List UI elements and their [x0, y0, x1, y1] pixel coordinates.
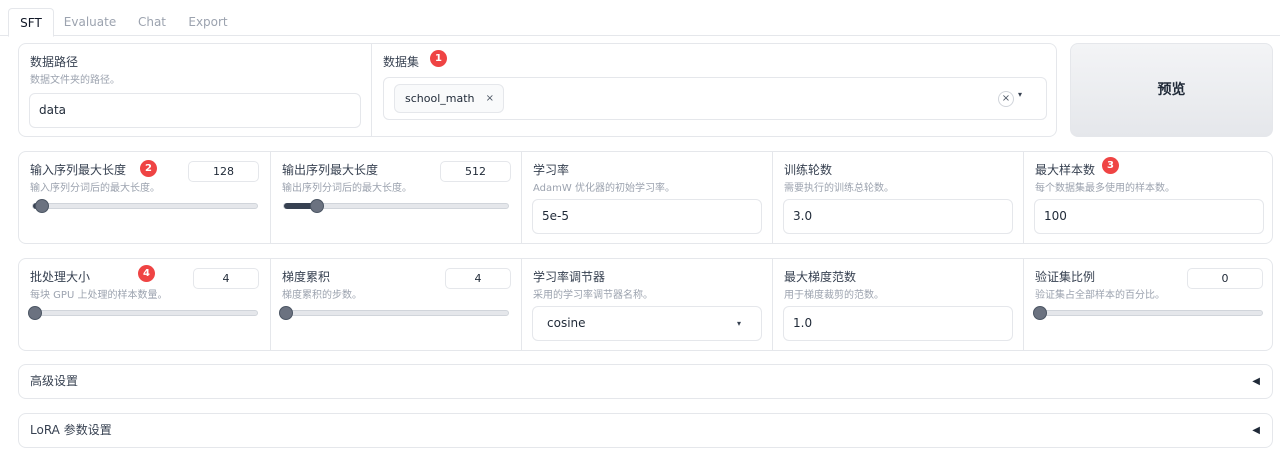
field-info: 采用的学习率调节器名称。 [533, 290, 653, 301]
dataset-label: 数据集 [383, 55, 420, 69]
max-grad-norm-input[interactable]: 1.0 [783, 306, 1013, 341]
field-label: 输入序列最大长度 [30, 163, 127, 177]
batch-size-slider[interactable] [28, 306, 258, 320]
max-new-tokens-block: 输出序列最大长度 512 输出序列分词后的最大长度。 [270, 152, 521, 243]
field-label: 验证集比例 [1035, 270, 1096, 284]
chevron-down-icon[interactable]: ▾ [1018, 78, 1022, 111]
lr-scheduler-select[interactable]: cosine ▾ [532, 306, 762, 341]
tab-bar: SFT Evaluate Chat Export [0, 0, 1280, 37]
field-label: 最大梯度范数 [784, 270, 857, 284]
max-samples-input[interactable]: 100 [1034, 199, 1264, 234]
slider-thumb[interactable] [279, 306, 293, 320]
accordion-lora[interactable]: LoRA 参数设置 ◀ [18, 413, 1273, 448]
field-info: AdamW 优化器的初始学习率。 [533, 183, 675, 194]
learning-rate-input[interactable]: 5e-5 [532, 199, 762, 234]
cutoff-len-number[interactable]: 128 [188, 161, 259, 182]
max-new-tokens-number[interactable]: 512 [440, 161, 511, 182]
batch-size-block: 批处理大小 4 4 每块 GPU 上处理的样本数量。 [19, 259, 270, 350]
field-label: 学习率 [533, 163, 570, 177]
field-label: 最大样本数 [1035, 163, 1096, 177]
collapse-arrow-icon[interactable]: ◀ [1252, 365, 1260, 398]
grad-accum-slider[interactable] [279, 306, 509, 320]
field-info: 输入序列分词后的最大长度。 [30, 183, 160, 194]
epochs-block: 训练轮数 需要执行的训练总轮数。 3.0 [772, 152, 1023, 243]
field-info: 每块 GPU 上处理的样本数量。 [30, 290, 168, 301]
dataset-path-block: 数据路径 数据文件夹的路径。 data [19, 44, 371, 136]
field-info: 梯度累积的步数。 [282, 290, 362, 301]
dataset-path-info: 数据文件夹的路径。 [30, 75, 120, 86]
field-info: 用于梯度裁剪的范数。 [784, 290, 884, 301]
tab-evaluate[interactable]: Evaluate [62, 8, 118, 36]
dataset-path-label: 数据路径 [30, 55, 79, 69]
epochs-input[interactable]: 3.0 [783, 199, 1013, 234]
max-new-tokens-slider[interactable] [283, 199, 509, 213]
field-label: 批处理大小 [30, 270, 91, 284]
annotation-badge: 4 [138, 265, 155, 282]
clear-icon[interactable]: × [998, 91, 1014, 107]
dataset-chip-label: school_math [405, 92, 475, 105]
batch-size-number[interactable]: 4 [193, 268, 259, 289]
field-label: 输出序列最大长度 [282, 163, 379, 177]
val-size-slider[interactable] [1033, 306, 1263, 320]
annotation-badge: 3 [1102, 157, 1119, 174]
slider-thumb[interactable] [1033, 306, 1047, 320]
accordion-advanced[interactable]: 高级设置 ◀ [18, 364, 1273, 399]
annotation-badge: 2 [140, 160, 157, 177]
max-grad-norm-block: 最大梯度范数 用于梯度裁剪的范数。 1.0 [772, 259, 1023, 350]
field-label: 训练轮数 [784, 163, 833, 177]
cutoff-len-slider[interactable] [32, 199, 258, 213]
slider-thumb[interactable] [34, 199, 49, 213]
field-info: 输出序列分词后的最大长度。 [282, 183, 412, 194]
max-samples-block: 最大样本数 3 每个数据集最多使用的样本数。 100 [1023, 152, 1272, 243]
dataset-block: 数据集 1 school_math × × ▾ [371, 44, 1056, 136]
dataset-chip: school_math × [394, 84, 504, 113]
chip-close-icon[interactable]: × [486, 85, 494, 112]
grad-accum-block: 梯度累积 4 梯度累积的步数。 [270, 259, 521, 350]
field-info: 每个数据集最多使用的样本数。 [1035, 183, 1175, 194]
field-label: 学习率调节器 [533, 270, 606, 284]
accordion-title: 高级设置 [30, 374, 79, 388]
tab-export[interactable]: Export [184, 8, 232, 36]
preview-button[interactable]: 预览 [1070, 43, 1273, 137]
slider-thumb[interactable] [28, 306, 42, 320]
training-row-1: 输入序列最大长度 2 128 输入序列分词后的最大长度。 输出序列最大长度 51… [18, 151, 1273, 244]
slider-thumb[interactable] [310, 199, 325, 213]
field-label: 梯度累积 [282, 270, 331, 284]
tab-sft[interactable]: SFT [8, 8, 54, 37]
training-row-2: 批处理大小 4 4 每块 GPU 上处理的样本数量。 梯度累积 4 梯度累积的步… [18, 258, 1273, 351]
chevron-down-icon: ▾ [736, 319, 741, 328]
cutoff-len-block: 输入序列最大长度 2 128 输入序列分词后的最大长度。 [19, 152, 270, 243]
collapse-arrow-icon[interactable]: ◀ [1252, 414, 1260, 447]
val-size-number[interactable]: 0 [1187, 268, 1263, 289]
lr-scheduler-block: 学习率调节器 采用的学习率调节器名称。 cosine ▾ [521, 259, 772, 350]
dataset-select[interactable]: school_math × × ▾ [383, 77, 1047, 120]
val-size-block: 验证集比例 0 验证集占全部样本的百分比。 [1023, 259, 1272, 350]
dataset-path-input[interactable]: data [29, 93, 361, 128]
dataset-panel: 数据路径 数据文件夹的路径。 data 数据集 1 school_math × … [18, 43, 1057, 137]
lr-scheduler-value: cosine [547, 316, 586, 330]
grad-accum-number[interactable]: 4 [445, 268, 511, 289]
annotation-badge: 1 [430, 50, 447, 67]
tab-chat[interactable]: Chat [132, 8, 172, 36]
field-info: 验证集占全部样本的百分比。 [1035, 290, 1165, 301]
accordion-title: LoRA 参数设置 [30, 423, 112, 437]
field-info: 需要执行的训练总轮数。 [784, 183, 894, 194]
learning-rate-block: 学习率 AdamW 优化器的初始学习率。 5e-5 [521, 152, 772, 243]
